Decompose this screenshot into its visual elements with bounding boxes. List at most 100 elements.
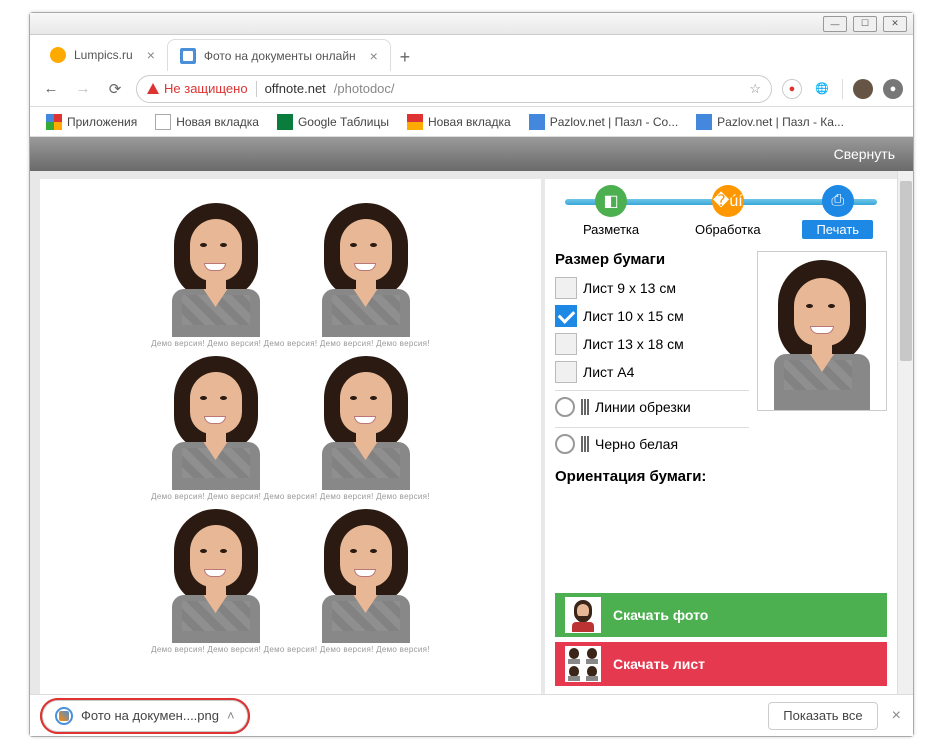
photo-cell [156, 350, 276, 490]
close-tab-icon[interactable]: × [147, 47, 155, 63]
app-main: Демо версия! Демо версия! Демо версия! Д… [30, 171, 913, 694]
sliders-icon: �úí [712, 185, 744, 217]
options: Размер бумаги Лист 9 x 13 см Лист 10 x 1… [555, 251, 749, 587]
close-tab-icon[interactable]: × [370, 48, 378, 64]
settings-panel: ◧Разметка �úíОбработка ⎙Печать Размер бу… [545, 179, 897, 694]
crop-icon: ◧ [595, 185, 627, 217]
extension-icon[interactable]: ● [883, 79, 903, 99]
radio-off[interactable] [555, 434, 575, 454]
forward-button[interactable]: → [72, 78, 94, 100]
address-bar[interactable]: Не защищено offnote.net/photodoc/ ☆ [136, 75, 772, 103]
tab-lumpics[interactable]: Lumpics.ru × [38, 39, 167, 71]
checkbox[interactable] [555, 333, 577, 355]
security-status[interactable]: Не защищено [147, 81, 248, 96]
window-titlebar: — ☐ ✕ [30, 13, 913, 35]
sheets-icon [277, 114, 293, 130]
checkbox[interactable] [555, 277, 577, 299]
size-option[interactable]: Лист 10 x 15 см [555, 302, 749, 330]
app-title: Фото на документы [44, 177, 188, 195]
close-icon[interactable]: × [892, 707, 901, 725]
url-host: offnote.net [265, 81, 326, 96]
size-option[interactable]: Лист 13 x 18 см [555, 330, 749, 358]
panel-body: Размер бумаги Лист 9 x 13 см Лист 10 x 1… [545, 243, 897, 587]
photo-grid: Демо версия! Демо версия! Демо версия! Д… [141, 197, 441, 656]
puzzle-icon [696, 114, 712, 130]
step-print[interactable]: ⎙Печать [802, 185, 873, 239]
checkbox[interactable] [555, 361, 577, 383]
bookmark-item[interactable]: Google Таблицы [271, 111, 395, 133]
downloads-right: Показать все × [768, 702, 901, 730]
star-icon[interactable]: ☆ [749, 81, 761, 97]
chevron-up-icon[interactable]: ˄ [227, 708, 235, 723]
photo-thumb-icon [565, 597, 601, 633]
sheet-thumb-icon [565, 646, 601, 682]
warning-icon [147, 83, 159, 94]
tab-title: Lumpics.ru [74, 48, 133, 62]
new-tab-button[interactable]: + [391, 43, 419, 71]
reload-button[interactable]: ⟳ [104, 78, 126, 100]
menu-separator [842, 79, 843, 99]
apps-icon [46, 114, 62, 130]
profile-avatar[interactable] [853, 79, 873, 99]
bookmark-item[interactable]: Pazlov.net | Пазл - Со... [523, 111, 684, 133]
puzzle-icon [529, 114, 545, 130]
bookmark-apps[interactable]: Приложения [40, 111, 143, 133]
close-window-button[interactable]: ✕ [883, 16, 907, 32]
favicon-icon [50, 47, 66, 63]
download-photo-button[interactable]: Скачать фото [555, 593, 887, 637]
bars-icon [581, 399, 589, 415]
browser-window: — ☐ ✕ Lumpics.ru × Фото на документы онл… [29, 12, 914, 737]
back-button[interactable]: ← [40, 78, 62, 100]
maximize-button[interactable]: ☐ [853, 16, 877, 32]
watermark-text: Демо версия! Демо версия! Демо версия! Д… [141, 490, 441, 503]
steps-nav: ◧Разметка �úíОбработка ⎙Печать [545, 179, 897, 243]
scroll-thumb[interactable] [900, 181, 912, 361]
security-text: Не защищено [164, 81, 248, 96]
ya-icon [407, 114, 423, 130]
size-option[interactable]: Лист A4 [555, 358, 749, 386]
orientation-header: Ориентация бумаги: [555, 468, 749, 485]
checkbox-checked[interactable] [555, 305, 577, 327]
step-layout[interactable]: ◧Разметка [569, 185, 653, 239]
separator [256, 81, 257, 97]
tab-title: Фото на документы онлайн [204, 49, 356, 63]
action-buttons: Скачать фото Скачать лист [545, 587, 897, 694]
preview-thumbnail [757, 251, 887, 411]
watermark-text: Демо версия! Демо версия! Демо версия! Д… [141, 337, 441, 350]
download-item[interactable]: Фото на докумен....png ˄ [42, 700, 248, 732]
bookmarks-bar: Приложения Новая вкладка Google Таблицы … [30, 107, 913, 137]
app-topbar: Свернуть [30, 137, 913, 171]
watermark-text: Демо версия! Демо версия! Демо версия! Д… [141, 643, 441, 656]
extension-icon[interactable]: 🌐 [812, 79, 832, 99]
size-option[interactable]: Лист 9 x 13 см [555, 274, 749, 302]
toolbar: ← → ⟳ Не защищено offnote.net/photodoc/ … [30, 71, 913, 107]
download-filename: Фото на докумен....png [81, 708, 219, 723]
paper-size-header: Размер бумаги [555, 251, 749, 268]
favicon-icon [180, 48, 196, 64]
extension-icon[interactable]: ● [782, 79, 802, 99]
show-all-button[interactable]: Показать все [768, 702, 877, 730]
photo-cell [306, 503, 426, 643]
page-icon [155, 114, 171, 130]
print-icon: ⎙ [822, 185, 854, 217]
bookmark-item[interactable]: Новая вкладка [401, 111, 517, 133]
bw-toggle[interactable]: Черно белая [555, 427, 749, 460]
photo-cell [306, 350, 426, 490]
downloads-bar: Фото на докумен....png ˄ Показать все × [30, 694, 913, 736]
download-sheet-button[interactable]: Скачать лист [555, 642, 887, 686]
bookmark-item[interactable]: Новая вкладка [149, 111, 265, 133]
bookmark-item[interactable]: Pazlov.net | Пазл - Ка... [690, 111, 850, 133]
photo-cell [306, 197, 426, 337]
cutlines-toggle[interactable]: Линии обрезки [555, 390, 749, 423]
scrollbar[interactable] [897, 171, 913, 694]
extensions: ● 🌐 ● [782, 79, 903, 99]
minimize-button[interactable]: — [823, 16, 847, 32]
radio-off[interactable] [555, 397, 575, 417]
photo-cell [156, 503, 276, 643]
collapse-button[interactable]: Свернуть [834, 146, 895, 162]
photo-cell [156, 197, 276, 337]
page-content: Свернуть Фото на документы Демо версия! … [30, 137, 913, 694]
step-process[interactable]: �úíОбработка [681, 185, 775, 239]
preview-sheet: Демо версия! Демо версия! Демо версия! Д… [40, 179, 541, 694]
tab-photodoc[interactable]: Фото на документы онлайн × [167, 39, 391, 71]
